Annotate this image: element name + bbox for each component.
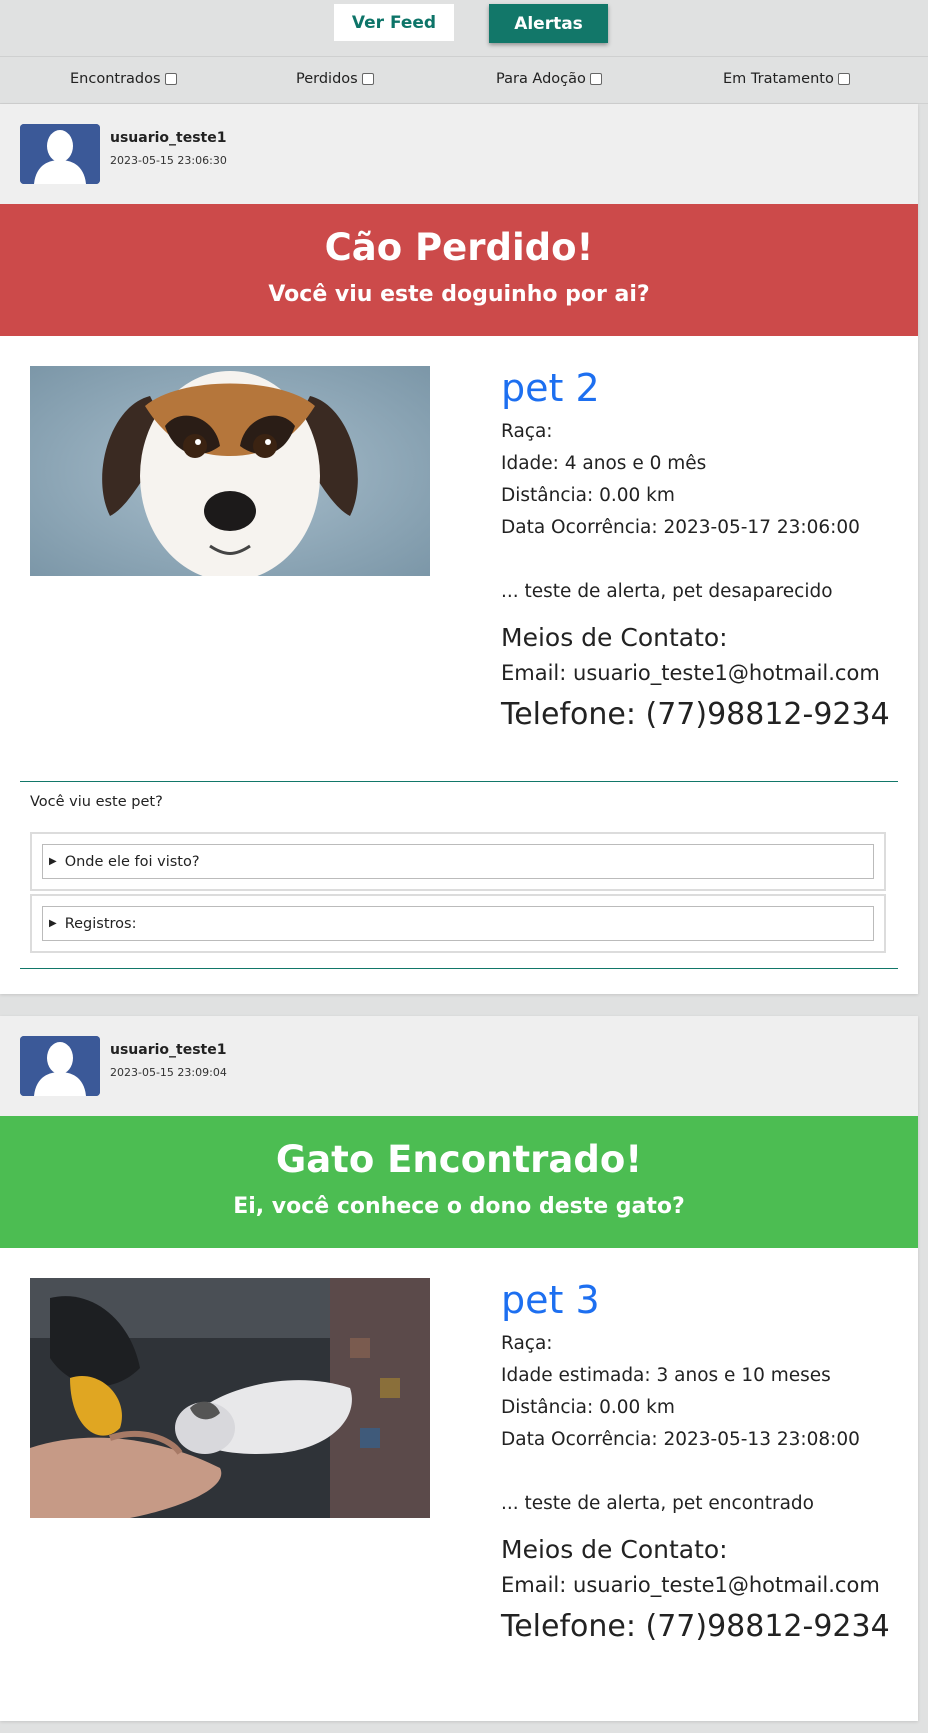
where-seen-details: ▶ Onde ele foi visto? <box>30 832 886 891</box>
filter-found[interactable]: Encontrados <box>70 71 177 87</box>
alert-post: usuario_teste1 2023-05-15 23:09:04 Gato … <box>0 1016 918 1721</box>
post-username[interactable]: usuario_teste1 <box>110 130 226 146</box>
pet-date: Data Ocorrência: 2023-05-17 23:06:00 <box>501 517 860 538</box>
alerts-button[interactable]: Alertas <box>489 4 608 43</box>
banner-subtitle: Você viu este doguinho por ai? <box>268 282 650 307</box>
alert-post: usuario_teste1 2023-05-15 23:06:30 Cão P… <box>0 104 918 994</box>
records-label: Registros: <box>64 915 137 932</box>
pet-name: pet 2 <box>501 366 600 410</box>
filter-adoption-label: Para Adoção <box>496 71 586 87</box>
filter-found-label: Encontrados <box>70 71 161 87</box>
pet-photo[interactable] <box>30 1278 430 1518</box>
where-seen-summary[interactable]: ▶ Onde ele foi visto? <box>42 844 874 879</box>
contact-phone[interactable]: Telefone: (77)98812-9234 <box>501 1602 890 1652</box>
view-feed-button[interactable]: Ver Feed <box>334 4 454 41</box>
pet-description: ... teste de alerta, pet encontrado <box>501 1493 814 1514</box>
triangle-right-icon: ▶ <box>49 918 57 929</box>
pet-distance: Distância: 0.00 km <box>501 485 675 506</box>
post-timestamp: 2023-05-15 23:09:04 <box>110 1066 227 1079</box>
banner-title: Cão Perdido! <box>324 226 594 269</box>
filter-adoption[interactable]: Para Adoção <box>496 71 602 87</box>
filter-treatment-label: Em Tratamento <box>723 71 834 87</box>
where-seen-label: Onde ele foi visto? <box>64 853 200 870</box>
pet-distance: Distância: 0.00 km <box>501 1397 675 1418</box>
contact-email[interactable]: Email: usuario_teste1@hotmail.com <box>501 1568 890 1602</box>
contact-phone[interactable]: Telefone: (77)98812-9234 <box>501 690 890 740</box>
sighting-section: Você viu este pet? ▶ Onde ele foi visto?… <box>20 781 898 969</box>
filter-found-checkbox[interactable] <box>164 73 177 85</box>
avatar[interactable] <box>20 1036 100 1096</box>
post-header: usuario_teste1 2023-05-15 23:09:04 <box>0 1016 918 1116</box>
banner-title: Gato Encontrado! <box>275 1138 643 1181</box>
pet-info: pet 2 Raça: Idade: 4 anos e 0 mês Distân… <box>501 366 890 740</box>
pet-description: ... teste de alerta, pet desaparecido <box>501 581 833 602</box>
banner-subtitle: Ei, você conhece o dono deste gato? <box>233 1194 685 1219</box>
records-summary[interactable]: ▶ Registros: <box>42 906 874 941</box>
sighting-question: Você viu este pet? <box>30 794 163 810</box>
alert-banner: Cão Perdido! Você viu este doguinho por … <box>0 204 918 336</box>
pet-info: pet 3 Raça: Idade estimada: 3 anos e 10 … <box>501 1278 890 1652</box>
pet-breed: Raça: <box>501 421 553 442</box>
triangle-right-icon: ▶ <box>49 856 57 867</box>
filter-adoption-checkbox[interactable] <box>589 73 602 85</box>
filter-treatment-checkbox[interactable] <box>837 73 850 85</box>
filter-lost-checkbox[interactable] <box>361 73 374 85</box>
alert-banner: Gato Encontrado! Ei, você conhece o dono… <box>0 1116 918 1248</box>
pet-breed: Raça: <box>501 1333 553 1354</box>
pet-photo[interactable] <box>30 366 430 576</box>
filter-lost-label: Perdidos <box>296 71 358 87</box>
contact-title: Meios de Contato: <box>501 623 728 652</box>
filter-bar: Encontrados Perdidos Para Adoção Em Trat… <box>0 57 928 104</box>
pet-age: Idade estimada: 3 anos e 10 meses <box>501 1365 831 1386</box>
avatar[interactable] <box>20 124 100 184</box>
post-timestamp: 2023-05-15 23:06:30 <box>110 154 227 167</box>
contact-title: Meios de Contato: <box>501 1535 728 1564</box>
filter-lost[interactable]: Perdidos <box>296 71 374 87</box>
pet-age: Idade: 4 anos e 0 mês <box>501 453 707 474</box>
filter-treatment[interactable]: Em Tratamento <box>723 71 850 87</box>
pet-name: pet 3 <box>501 1278 600 1322</box>
contact-email[interactable]: Email: usuario_teste1@hotmail.com <box>501 656 890 690</box>
records-details: ▶ Registros: <box>30 894 886 953</box>
post-header: usuario_teste1 2023-05-15 23:06:30 <box>0 104 918 204</box>
post-username[interactable]: usuario_teste1 <box>110 1042 226 1058</box>
pet-date: Data Ocorrência: 2023-05-13 23:08:00 <box>501 1429 860 1450</box>
top-nav: Ver Feed Alertas <box>0 0 928 57</box>
